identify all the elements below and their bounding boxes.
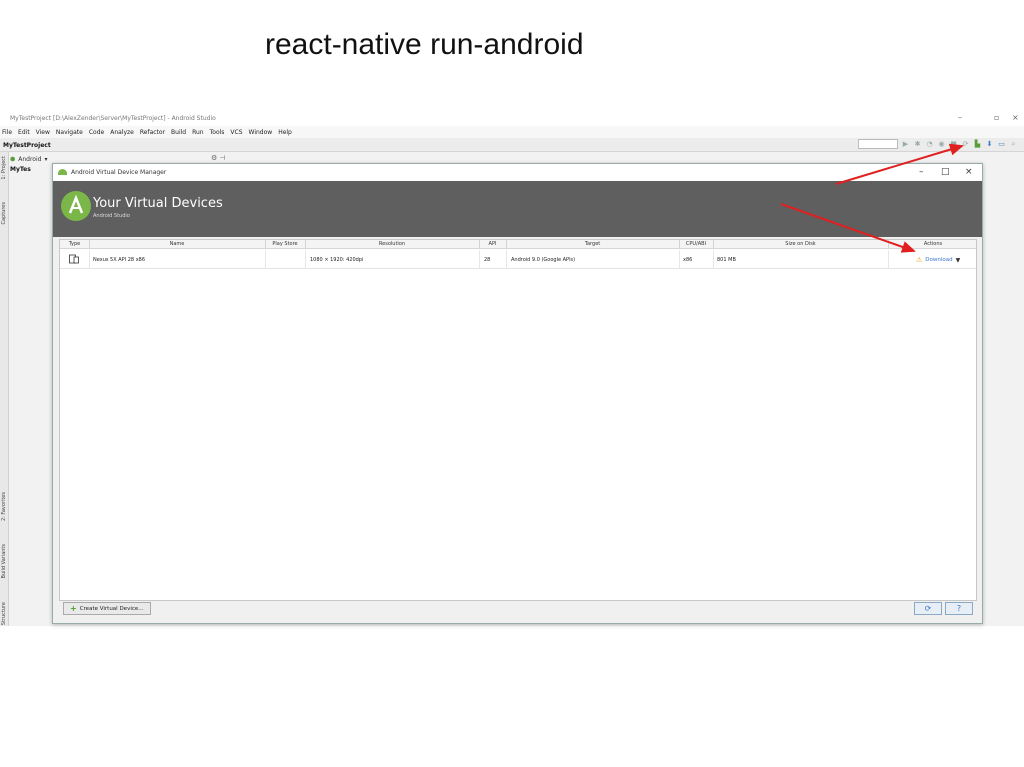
refresh-icon: ⟳ (924, 604, 932, 613)
download-action[interactable]: ⚠ Download ▼ (916, 256, 960, 264)
menu-refactor[interactable]: Refactor (140, 129, 165, 136)
avd-manager-dialog: Android Virtual Device Manager – □ × You… (52, 163, 983, 624)
tool-tab-project[interactable]: 1: Project (1, 156, 7, 180)
col-api[interactable]: API (479, 241, 506, 247)
dialog-minimize-icon[interactable]: – (919, 167, 924, 177)
col-target[interactable]: Target (506, 241, 679, 247)
sdk-manager-icon[interactable]: ⬇ (985, 140, 994, 149)
android-icon: ⬢ (10, 155, 16, 163)
run-config-select[interactable] (858, 139, 898, 149)
devices-table: Type Name Play Store Resolution API Targ… (59, 239, 977, 601)
refresh-button[interactable]: ⟳ (914, 602, 942, 615)
tool-tab-captures[interactable]: Captures (1, 202, 7, 225)
main-toolbar: ▶ ✱ ◔ ◉ ■ ⟳ ▙ ⬇ ▭ ⌕ (858, 139, 1018, 149)
col-name[interactable]: Name (89, 241, 265, 247)
menu-build[interactable]: Build (171, 129, 186, 136)
stop-icon[interactable]: ■ (949, 140, 958, 149)
profile-icon[interactable]: ◔ (925, 140, 934, 149)
dialog-header: Your Virtual Devices Android Studio (53, 181, 982, 237)
download-link[interactable]: Download (925, 257, 952, 263)
cell-size-on-disk: 801 MB (717, 257, 736, 263)
menu-run[interactable]: Run (192, 129, 204, 136)
menu-tools[interactable]: Tools (210, 129, 225, 136)
android-logo-icon (58, 169, 67, 175)
create-virtual-device-button[interactable]: + Create Virtual Device... (63, 602, 151, 615)
tool-tab-build-variants[interactable]: Build Variants (1, 544, 7, 578)
left-tool-strip: 1: Project Captures 2: Favorites Build V… (0, 152, 9, 626)
dialog-maximize-icon[interactable]: □ (941, 167, 950, 177)
run-icon[interactable]: ▶ (901, 140, 910, 149)
dialog-titlebar: Android Virtual Device Manager – □ × (53, 164, 982, 181)
breadcrumb-project[interactable]: MyTestProject (3, 142, 51, 149)
help-label: ? (956, 604, 962, 613)
phone-tablet-icon (69, 254, 79, 264)
project-view-label: Android (18, 155, 42, 163)
dialog-footer: + Create Virtual Device... ⟳ ? (53, 601, 982, 625)
navigation-bar: MyTestProject ▶ ✱ ◔ ◉ ■ ⟳ ▙ ⬇ ▭ ⌕ (0, 138, 1024, 152)
tool-tab-favorites[interactable]: 2: Favorites (1, 492, 7, 521)
header-subtitle: Android Studio (93, 213, 130, 219)
menu-view[interactable]: View (36, 129, 50, 136)
attach-icon[interactable]: ◉ (937, 140, 946, 149)
cell-api: 28 (484, 257, 491, 263)
create-button-label: Create Virtual Device... (79, 605, 144, 612)
menu-analyze[interactable]: Analyze (110, 129, 134, 136)
col-size-on-disk[interactable]: Size on Disk (713, 241, 888, 247)
settings-icon[interactable]: ⚙ (211, 154, 217, 162)
col-type[interactable]: Type (60, 241, 89, 247)
help-button[interactable]: ? (945, 602, 973, 615)
debug-icon[interactable]: ✱ (913, 140, 922, 149)
plus-icon: + (70, 604, 77, 613)
col-resolution[interactable]: Resolution (305, 241, 479, 247)
chevron-down-icon: ▾ (44, 155, 48, 163)
col-actions[interactable]: Actions (888, 241, 978, 247)
collapse-icon[interactable]: ⊣ (220, 154, 226, 162)
menu-vcs[interactable]: VCS (230, 129, 242, 136)
menu-edit[interactable]: Edit (18, 129, 30, 136)
maximize-icon[interactable]: ▫ (994, 113, 999, 122)
menu-bar: File Edit View Navigate Code Analyze Ref… (0, 126, 1024, 138)
ide-titlebar: MyTestProject [D:\AlexZender\Server\MyTe… (0, 112, 1024, 126)
project-panel-tools: ⚙ ⊣ (211, 154, 226, 162)
cell-target: Android 9.0 (Google APIs) (511, 257, 576, 263)
sync-icon[interactable]: ⟳ (961, 140, 970, 149)
warning-icon: ⚠ (916, 256, 923, 264)
col-play-store[interactable]: Play Store (265, 241, 305, 247)
menu-navigate[interactable]: Navigate (56, 129, 83, 136)
menu-window[interactable]: Window (249, 129, 273, 136)
chevron-down-icon[interactable]: ▼ (956, 257, 961, 264)
menu-file[interactable]: File (2, 129, 12, 136)
android-studio-logo-icon (61, 191, 91, 221)
table-row[interactable]: Nexus 5X API 28 x86 1080 × 1920: 420dpi … (60, 250, 976, 269)
tool-tab-structure[interactable]: Structure (1, 602, 7, 625)
dialog-close-icon[interactable]: × (965, 167, 973, 177)
menu-help[interactable]: Help (278, 129, 292, 136)
layout-inspector-icon[interactable]: ▭ (997, 140, 1006, 149)
header-title: Your Virtual Devices (93, 196, 223, 211)
minimize-icon[interactable]: – (958, 113, 962, 122)
slide-title: react-native run-android (265, 28, 584, 61)
cell-cpu-abi: x86 (683, 257, 693, 263)
dialog-title: Android Virtual Device Manager (71, 169, 167, 176)
search-icon[interactable]: ⌕ (1009, 140, 1018, 149)
cell-name: Nexus 5X API 28 x86 (93, 257, 146, 263)
ide-window-title: MyTestProject [D:\AlexZender\Server\MyTe… (10, 115, 216, 122)
cell-resolution: 1080 × 1920: 420dpi (310, 257, 364, 263)
table-header: Type Name Play Store Resolution API Targ… (60, 240, 976, 249)
avd-manager-icon[interactable]: ▙ (973, 140, 982, 149)
close-icon[interactable]: × (1012, 113, 1019, 122)
menu-code[interactable]: Code (89, 129, 104, 136)
col-cpu-abi[interactable]: CPU/ABI (679, 241, 713, 247)
